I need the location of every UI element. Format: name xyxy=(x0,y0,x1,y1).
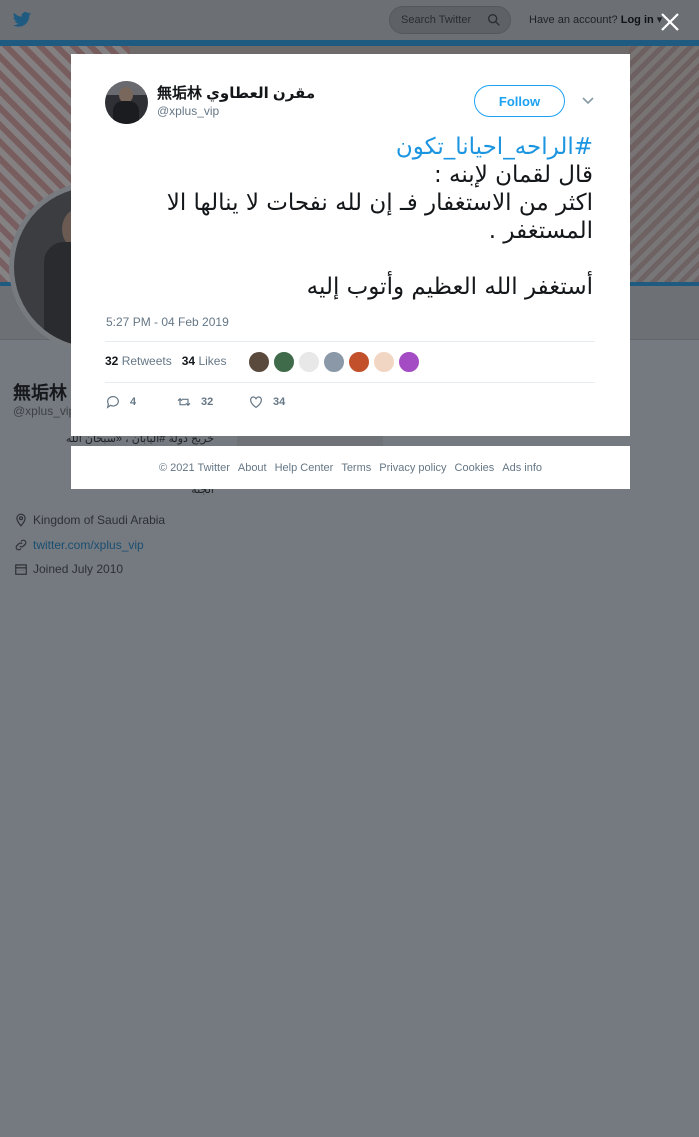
have-account-text: Have an account? xyxy=(529,14,618,26)
liker-avatar[interactable] xyxy=(298,351,320,373)
like-button[interactable]: 34 xyxy=(248,394,319,410)
avatar-body xyxy=(113,101,139,124)
footer-copyright: © 2021 Twitter xyxy=(158,461,230,474)
retweet-count: 32 xyxy=(201,396,214,408)
tweet-stats: 32 Retweets 34 Likes xyxy=(105,354,226,368)
login-link[interactable]: Log in xyxy=(621,14,654,26)
profile-url[interactable]: twitter.com/xplus_vip xyxy=(14,538,144,552)
search-input[interactable]: Search Twitter xyxy=(389,6,511,34)
location-text: Kingdom of Saudi Arabia xyxy=(33,513,166,527)
follow-button[interactable]: Follow xyxy=(474,85,565,117)
liker-avatar[interactable] xyxy=(273,351,295,373)
top-bar: Search Twitter Have an account? Log in ▾ xyxy=(0,0,699,40)
link-icon xyxy=(15,539,27,551)
liker-avatar[interactable] xyxy=(398,351,420,373)
tweet-author-name[interactable]: 無垢林 مقرن العطاوي xyxy=(157,82,315,103)
likes-label[interactable]: Likes xyxy=(198,354,226,368)
tweet-actions: 4 32 34 xyxy=(105,394,319,410)
tweet-line: اكثر من الاستغفار فـ إن لله نفحات لا ينا… xyxy=(166,190,593,244)
calendar-icon xyxy=(15,564,27,575)
reply-button[interactable]: 4 xyxy=(105,394,176,410)
chevron-down-icon[interactable] xyxy=(581,94,595,108)
tweet-author-avatar[interactable] xyxy=(105,81,148,124)
profile-location: Kingdom of Saudi Arabia xyxy=(14,513,165,527)
twitter-bird-icon[interactable] xyxy=(12,10,32,30)
retweets-label[interactable]: Retweets xyxy=(122,354,172,368)
footer-link-privacy-policy[interactable]: Privacy policy xyxy=(379,462,446,474)
tweet-text: #الراحه_احيانا_تكون قال لقمان لإبنه : اك… xyxy=(105,133,593,301)
retweet-button[interactable]: 32 xyxy=(176,394,248,410)
reply-icon[interactable] xyxy=(105,394,121,410)
tweet-timestamp[interactable]: 5:27 PM - 04 Feb 2019 xyxy=(106,315,229,329)
tweet-modal: 無垢林 مقرن العطاوي @xplus_vip Follow #الرا… xyxy=(71,54,630,436)
liker-avatar[interactable] xyxy=(248,351,270,373)
close-icon[interactable] xyxy=(660,12,680,32)
liker-avatar[interactable] xyxy=(348,351,370,373)
profile-handle: @xplus_vip xyxy=(13,404,76,418)
liker-avatar[interactable] xyxy=(373,351,395,373)
retweets-count[interactable]: 32 xyxy=(105,354,118,368)
likes-count[interactable]: 34 xyxy=(182,354,195,368)
retweet-icon[interactable] xyxy=(176,394,192,410)
tweet-author-handle[interactable]: @xplus_vip xyxy=(157,104,219,118)
url-link[interactable]: twitter.com/xplus_vip xyxy=(33,538,144,552)
joined-text: Joined July 2010 xyxy=(33,562,124,576)
like-count: 34 xyxy=(273,396,286,408)
footer-link-about[interactable]: About xyxy=(238,462,267,474)
footer-link-help-center[interactable]: Help Center xyxy=(275,462,334,474)
footer-link-terms[interactable]: Terms xyxy=(341,462,371,474)
footer-link-cookies[interactable]: Cookies xyxy=(455,462,495,474)
profile-name: 無垢林 xyxy=(13,383,67,403)
footer-link-ads-info[interactable]: Ads info xyxy=(502,462,542,474)
login-prompt: Have an account? Log in ▾ xyxy=(529,13,662,26)
liker-avatars xyxy=(248,351,420,373)
tweet-line: قال لقمان لإبنه : xyxy=(433,162,593,188)
footer: © 2021 Twitter About Help Center Terms P… xyxy=(71,446,630,489)
tweet-line: أستغفر الله العظيم وأتوب إليه xyxy=(306,274,593,300)
heart-icon[interactable] xyxy=(248,394,264,410)
profile-joined: Joined July 2010 xyxy=(14,562,123,576)
search-placeholder: Search Twitter xyxy=(401,14,472,26)
liker-avatar[interactable] xyxy=(323,351,345,373)
banner-pattern-right xyxy=(629,46,699,282)
reply-count: 4 xyxy=(130,396,137,408)
divider xyxy=(105,382,595,383)
tweet-hashtag[interactable]: #الراحه_احيانا_تكون xyxy=(105,133,593,161)
location-pin-icon xyxy=(16,513,26,527)
divider xyxy=(105,341,595,342)
search-icon[interactable] xyxy=(486,12,502,28)
